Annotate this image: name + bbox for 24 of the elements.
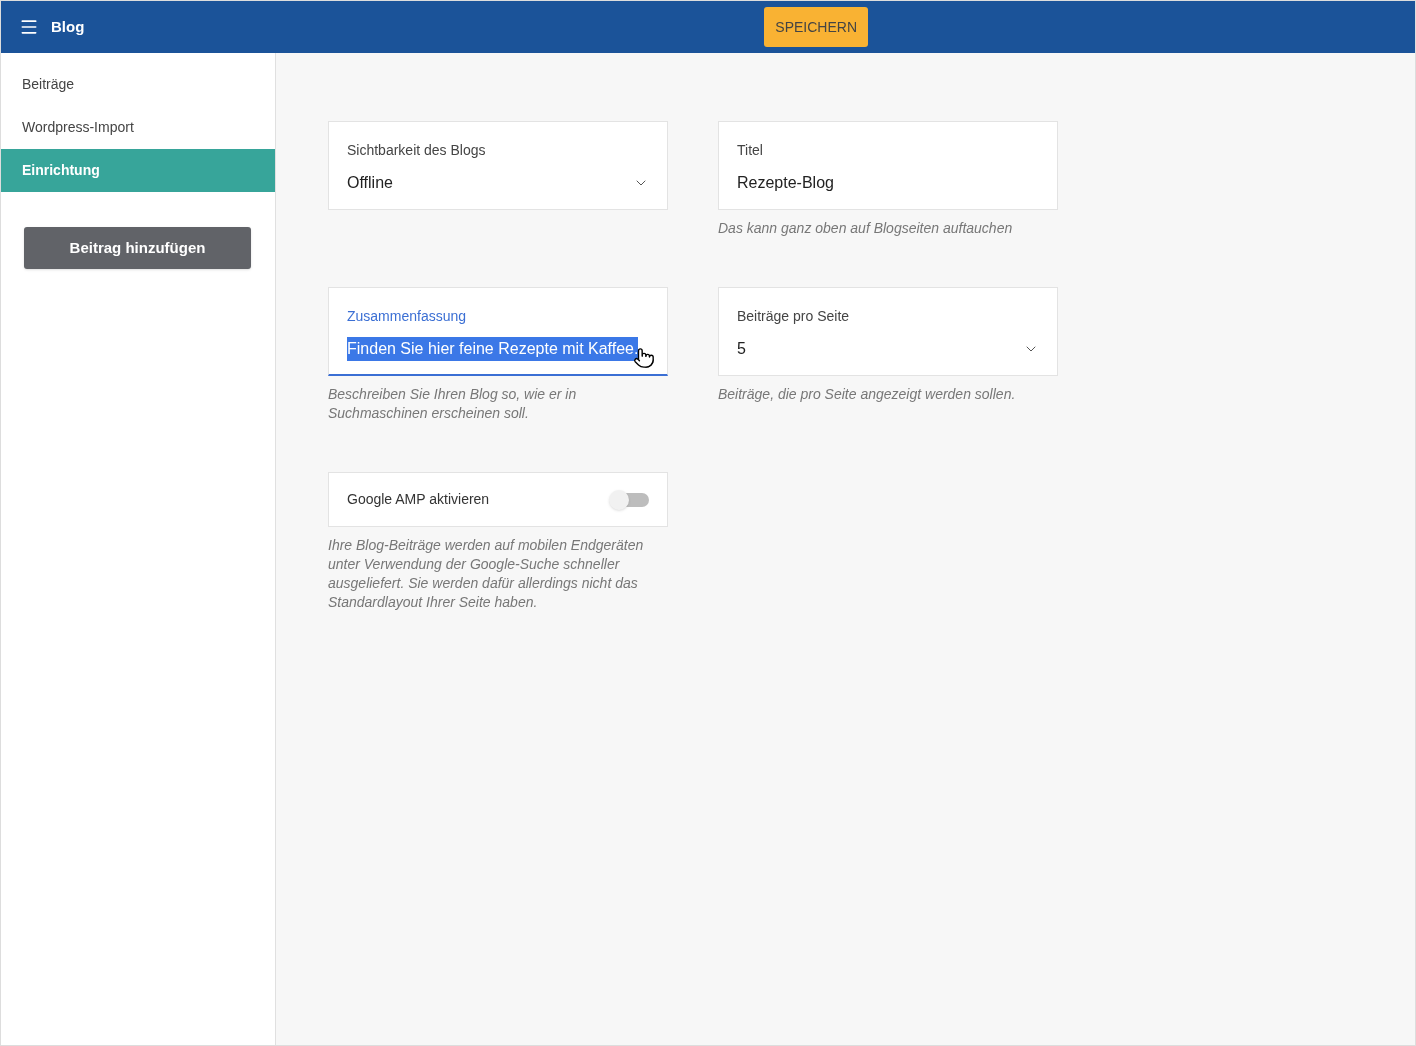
field-label: Zusammenfassung xyxy=(347,307,468,326)
select-field[interactable]: Beiträge pro Seite 5 xyxy=(718,287,1058,376)
field-label: Titel xyxy=(737,141,764,160)
sidebar-item[interactable]: Beiträge xyxy=(1,63,275,106)
field-hint: Beiträge, die pro Seite angezeigt werden sollen. xyxy=(718,385,1017,404)
select-field[interactable]: Sichtbarkeit des Blogs Offline xyxy=(328,121,668,210)
sidebar-item[interactable]: Wordpress-Import xyxy=(1,106,275,149)
add-post-button[interactable]: Beitrag hinzufügen xyxy=(24,227,251,269)
toggle-hint: Ihre Blog-Beiträge werden auf mobilen Endgeräten unter Verwendung der Google-Suche schneller ausgeliefert. Sie werden dafür allerdings nicht das Standardlayout Ihrer Seite haben. xyxy=(328,536,645,612)
field-value: Rezepte-Blog xyxy=(737,173,834,193)
field-label: Beiträge pro Seite xyxy=(737,307,851,326)
field-hint: Das kann ganz oben auf Blogseiten auftauchen xyxy=(718,219,1014,238)
field-value: 5 xyxy=(737,339,746,359)
app-title: Blog xyxy=(51,16,85,37)
menu-icon[interactable] xyxy=(19,17,39,37)
field-value: Offline xyxy=(347,173,393,193)
field-hint: Beschreiben Sie Ihren Blog so, wie er in Suchmaschinen erscheinen soll. xyxy=(328,385,578,423)
text-field[interactable]: Zusammenfassung Finden Sie hier feine Rezepte mit Kaffee. xyxy=(328,287,668,376)
field-label: Sichtbarkeit des Blogs xyxy=(347,141,487,160)
text-field[interactable]: Titel Rezepte-Blog xyxy=(718,121,1058,210)
toggle-switch[interactable] xyxy=(611,492,649,507)
toggle-label: Google AMP aktivieren xyxy=(347,490,490,509)
field-value: Finden Sie hier feine Rezepte mit Kaffee. xyxy=(347,337,639,361)
save-button[interactable]: SPEICHERN xyxy=(764,7,868,47)
